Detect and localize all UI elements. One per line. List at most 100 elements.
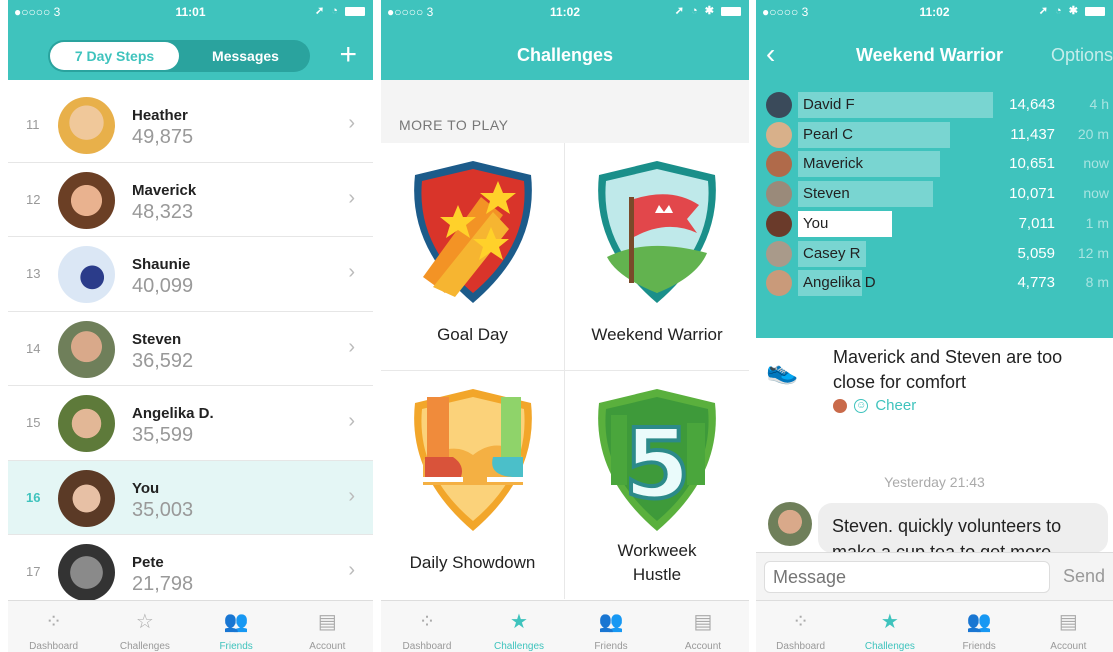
- leader-steps: 4,773: [1017, 274, 1055, 292]
- avatar: [766, 92, 792, 118]
- leader-row[interactable]: Angelika D 4,773 8 m: [756, 268, 1113, 298]
- list-item-self[interactable]: 16 You 35,003 ›: [8, 460, 373, 535]
- friend-steps: 21,798: [132, 573, 194, 595]
- friend-steps: 35,003: [132, 498, 194, 521]
- tab-friends[interactable]: 👥 Friends: [565, 601, 657, 652]
- timestamp: Yesterday 21:43: [884, 474, 985, 490]
- challenge-label: Workweek Hustle: [617, 541, 697, 584]
- rank: 17: [26, 564, 41, 579]
- avatar: [768, 502, 812, 546]
- leader-name: Maverick: [803, 155, 864, 173]
- tab-account[interactable]: ▤ Account: [1024, 601, 1113, 652]
- avatar: [58, 544, 115, 601]
- friend-name: Shaunie: [132, 256, 191, 273]
- rank: 16: [26, 489, 41, 505]
- rank: 11: [26, 117, 40, 132]
- avatar: [766, 151, 792, 178]
- tab-dashboard[interactable]: ⁘ Dashboard: [8, 601, 99, 652]
- friend-name: Angelika D.: [132, 405, 214, 422]
- list-item[interactable]: 15 Angelika D. 35,599 ›: [8, 386, 373, 461]
- back-icon[interactable]: ‹: [766, 38, 775, 70]
- tab-account[interactable]: ▤ Account: [282, 601, 373, 652]
- weekend-warrior-badge-icon: [598, 161, 716, 303]
- tab-bar: ⁘ Dashboard ☆ Challenges 👥 Friends ▤ Account: [8, 600, 373, 652]
- tab-dashboard[interactable]: ⁘ Dashboard: [381, 601, 473, 652]
- leader-name: David F: [803, 96, 855, 113]
- leader-name: Pearl C: [803, 125, 854, 143]
- goal-day-badge-icon: [413, 161, 532, 303]
- friend-steps: 35,599: [132, 424, 194, 446]
- chevron-right-icon: ›: [348, 410, 355, 432]
- leader-row[interactable]: David F 14,643 4 h: [756, 90, 1113, 120]
- cheer-label: Cheer: [875, 397, 917, 414]
- status-bar: ●○○○○ 3 11:01 ➚ ◔: [8, 0, 373, 22]
- leader-row[interactable]: Casey R 5,059 12 m: [756, 239, 1113, 269]
- account-icon: ▤: [693, 611, 713, 633]
- challenges-icon: ☆: [135, 611, 154, 633]
- leader-steps: 5,059: [1017, 244, 1055, 262]
- leader-name: You: [803, 214, 829, 232]
- leader-name: Angelika D: [803, 274, 876, 292]
- challenges-header: ●○○○○ 3 11:02 ➚ ◔ ✱ Challenges: [381, 0, 749, 80]
- friend-steps: 40,099: [132, 275, 194, 297]
- challenges-screen: ●○○○○ 3 11:02 ➚ ◔ ✱ Challenges MORE TO P…: [381, 0, 749, 652]
- tab-challenges[interactable]: ★ Challenges: [473, 601, 565, 652]
- tab-messages[interactable]: Messages: [181, 40, 310, 72]
- send-button[interactable]: Send: [1063, 566, 1105, 587]
- segmented-control: 7 Day Steps Messages: [48, 40, 310, 72]
- chevron-right-icon: ›: [348, 335, 355, 358]
- tab-challenges[interactable]: ☆ Challenges: [99, 601, 190, 652]
- avatar: [58, 97, 115, 154]
- shoe-icon: 👟: [766, 355, 799, 385]
- tab-account[interactable]: ▤ Account: [657, 601, 749, 652]
- rank: 12: [26, 191, 41, 207]
- tab-bar: ⁘ Dashboard ★ Challenges 👥 Friends ▤ Account: [756, 600, 1113, 652]
- friend-name: Steven: [132, 330, 182, 348]
- section-header: MORE TO PLAY: [399, 117, 509, 133]
- friends-icon: 👥: [223, 611, 249, 633]
- challenge-weekend-warrior[interactable]: Weekend Warrior: [565, 143, 749, 371]
- challenge-daily-showdown[interactable]: Daily Showdown: [381, 371, 565, 599]
- list-item[interactable]: 12 Maverick 48,323 ›: [8, 163, 373, 237]
- friend-name: You: [132, 479, 160, 497]
- daily-showdown-badge-icon: [413, 389, 532, 531]
- avatar: [766, 240, 792, 267]
- leader-name: Steven: [803, 185, 850, 203]
- battery-icon: ➚ ◔ ✱: [675, 4, 741, 17]
- leader-row[interactable]: You 7,011 1 m: [756, 209, 1113, 239]
- add-friend-icon[interactable]: +: [339, 38, 357, 72]
- message-input[interactable]: [764, 561, 1050, 593]
- challenge-label: Daily Showdown: [409, 553, 536, 572]
- leaderboard-list: 11 Heather 49,875 › 12 Maverick 48,323 ›…: [8, 88, 373, 610]
- list-item[interactable]: 14 Steven 36,592 ›: [8, 312, 373, 386]
- tab-dashboard[interactable]: ⁘ Dashboard: [756, 601, 845, 652]
- tab-7-day-steps[interactable]: 7 Day Steps: [50, 42, 179, 70]
- rank: 15: [26, 415, 41, 430]
- challenge-goal-day[interactable]: Goal Day: [381, 143, 565, 371]
- friends-icon: 👥: [598, 611, 624, 633]
- feed-message: Maverick and Steven are too close for co…: [833, 347, 1063, 392]
- leader-last-sync: 8 m: [1085, 274, 1109, 291]
- challenges-icon: ★: [510, 611, 528, 633]
- leaderboard: 12 hr 57 min left David F 14,643 4 h Pearl …: [756, 80, 1113, 407]
- challenge-workweek-hustle[interactable]: 5 Workweek Hustle: [565, 371, 749, 599]
- tab-friends[interactable]: 👥 Friends: [935, 601, 1024, 652]
- leader-steps: 10,651: [1009, 155, 1055, 173]
- leader-row[interactable]: Pearl C 11,437 20 m: [756, 120, 1113, 150]
- list-item[interactable]: 13 Shaunie 40,099 ›: [8, 237, 373, 312]
- tab-friends[interactable]: 👥 Friends: [191, 601, 282, 652]
- list-item[interactable]: 17 Pete 21,798 ›: [8, 535, 373, 610]
- chevron-right-icon: ›: [348, 484, 355, 507]
- options-button[interactable]: Options: [1051, 45, 1113, 66]
- leader-row[interactable]: Maverick 10,651 now: [756, 149, 1113, 179]
- tab-challenges[interactable]: ★ Challenges: [845, 601, 934, 652]
- cheer-button[interactable]: ☺ Cheer: [833, 397, 916, 414]
- leader-row[interactable]: Steven 10,071 now: [756, 179, 1113, 209]
- message-bubble: Steven. quickly volunteers to make a cup…: [818, 503, 1108, 553]
- badge-number: 5: [624, 408, 691, 520]
- list-item[interactable]: 11 Heather 49,875 ›: [8, 88, 373, 163]
- challenge-label: Goal Day: [437, 325, 508, 344]
- friend-name: Heather: [132, 107, 188, 124]
- leader-last-sync: 1 m: [1085, 214, 1109, 231]
- leader-name: Casey R: [803, 244, 861, 262]
